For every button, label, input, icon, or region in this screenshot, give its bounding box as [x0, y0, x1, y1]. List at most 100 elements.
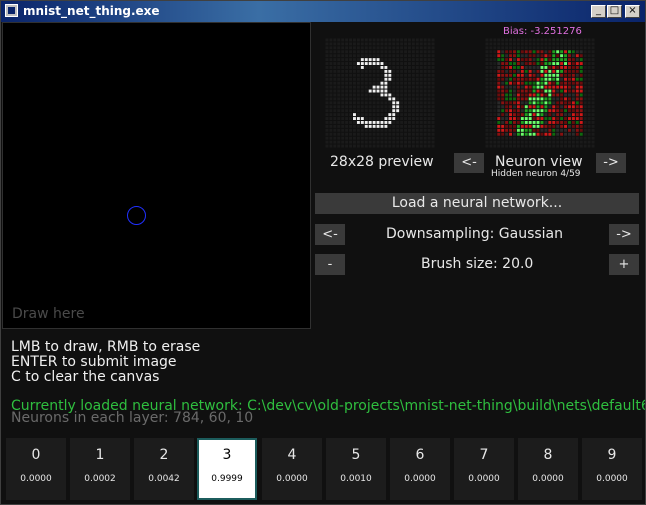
neuron-pixel [509, 62, 512, 65]
neuron-pixel [560, 117, 564, 120]
neuron-pixel [520, 38, 524, 42]
close-button[interactable]: × [625, 5, 640, 18]
preview-pixel [329, 128, 333, 132]
neuron-pixel [564, 73, 567, 77]
preview-pixel [368, 97, 372, 101]
neuron-pixel [591, 117, 595, 120]
preview-pixel [333, 69, 337, 73]
preview-pixel [368, 101, 372, 105]
preview-pixel [372, 85, 376, 89]
neuron-pixel [528, 121, 532, 124]
preview-pixel [353, 121, 356, 124]
neuron-pixel [579, 42, 583, 46]
neuron-pixel [497, 50, 501, 54]
neuron-pixel [568, 117, 571, 120]
preview-pixel [419, 101, 423, 105]
preview-pixel [411, 38, 415, 42]
neuron-pixel [509, 132, 512, 136]
drawing-canvas[interactable]: Draw here [2, 22, 311, 329]
neuron-pixel [509, 46, 512, 50]
neuron-pixel [568, 121, 571, 124]
preview-label: 28x28 preview [330, 154, 434, 170]
preview-pixel [392, 89, 396, 93]
neuron-pixel [520, 69, 524, 73]
neuron-pixel [516, 66, 520, 69]
preview-pixel [356, 38, 360, 42]
neuron-pixel [544, 42, 548, 46]
neuron-pixel [505, 42, 509, 46]
load-network-button[interactable]: Load a neural network... [315, 193, 639, 214]
neuron-pixel [579, 62, 583, 65]
brush-decrease-button[interactable]: - [315, 254, 345, 275]
neuron-pixel [544, 38, 548, 42]
maximize-button[interactable]: □ [607, 5, 622, 18]
neuron-pixel [505, 58, 509, 62]
preview-pixel [400, 58, 404, 62]
neuron-prev-button[interactable]: <- [454, 153, 484, 173]
preview-pixel [388, 77, 392, 81]
neuron-pixel [513, 124, 516, 128]
preview-pixel [431, 46, 435, 50]
neuron-pixel [552, 69, 556, 73]
title-bar[interactable]: mnist_net_thing.exe _ □ × [1, 1, 645, 22]
preview-pixel [388, 121, 392, 124]
neuron-pixel [509, 97, 512, 101]
neuron-pixel [536, 144, 540, 148]
neuron-pixel [556, 109, 560, 113]
preview-pixel [380, 69, 384, 73]
neuron-next-button[interactable]: -> [596, 153, 626, 173]
preview-pixel [419, 62, 423, 65]
preview-pixel [423, 81, 427, 85]
neuron-pixel [544, 128, 548, 132]
neuron-pixel [493, 54, 497, 58]
neuron-pixel [552, 85, 556, 89]
preview-pixel [333, 58, 337, 62]
preview-pixel [408, 50, 411, 54]
neuron-pixel [548, 121, 552, 124]
neuron-pixel [575, 121, 579, 124]
preview-pixel [337, 144, 341, 148]
preview-pixel [356, 66, 360, 69]
downsampling-prev-button[interactable]: <- [315, 224, 345, 245]
neuron-pixel [520, 140, 524, 144]
preview-pixel [353, 85, 356, 89]
preview-pixel [404, 105, 407, 109]
downsampling-next-button[interactable]: -> [609, 224, 639, 245]
preview-pixel [388, 58, 392, 62]
minimize-button[interactable]: _ [591, 5, 606, 18]
neuron-pixel [575, 50, 579, 54]
preview-pixel [353, 101, 356, 105]
neuron-pixel [520, 113, 524, 117]
neuron-pixel [583, 58, 587, 62]
preview-pixel [333, 132, 337, 136]
neuron-pixel [540, 46, 544, 50]
neuron-pixel [560, 73, 564, 77]
neuron-pixel [568, 124, 571, 128]
preview-pixel [356, 54, 360, 58]
neuron-pixel [571, 50, 575, 54]
preview-pixel [392, 73, 396, 77]
preview-pixel [384, 42, 388, 46]
preview-pixel [368, 113, 372, 117]
preview-pixel [404, 101, 407, 105]
neuron-pixel [509, 77, 512, 81]
preview-pixel [419, 124, 423, 128]
preview-pixel [333, 89, 337, 93]
neuron-pixel [587, 89, 591, 93]
neuron-pixel [575, 117, 579, 120]
preview-pixel [380, 101, 384, 105]
brush-increase-button[interactable]: + [609, 254, 639, 275]
neuron-pixel [524, 81, 528, 85]
preview-pixel [419, 109, 423, 113]
preview-pixel [329, 109, 333, 113]
preview-pixel [408, 89, 411, 93]
neuron-pixel [548, 81, 552, 85]
preview-pixel [349, 46, 352, 50]
neuron-pixel [564, 97, 567, 101]
preview-pixel [419, 85, 423, 89]
neuron-pixel [513, 50, 516, 54]
preview-pixel [419, 144, 423, 148]
preview-pixel [380, 38, 384, 42]
preview-pixel [329, 69, 333, 73]
neuron-pixel [560, 124, 564, 128]
